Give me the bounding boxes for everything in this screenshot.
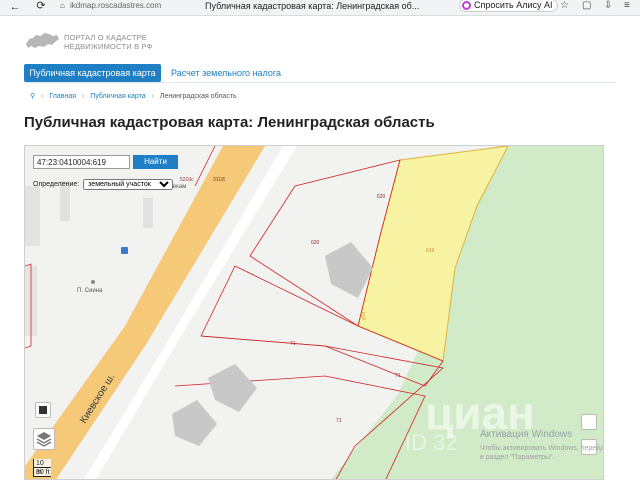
fullscreen-button[interactable] (35, 402, 51, 418)
address-bar[interactable]: ikdmap.roscadastres.com (70, 0, 161, 12)
building-strip (143, 198, 153, 228)
menu-icon[interactable]: ≡ (624, 0, 630, 12)
definition-label: Определение: (33, 181, 80, 188)
pin-icon: ⚲ (30, 93, 36, 100)
place-icon (91, 280, 95, 284)
windows-activation-title: Активация Windows (480, 429, 573, 440)
windows-activation-text: Чтобы активировать Windows, перейдите в … (480, 445, 604, 461)
browser-toolbar: ← ⟳ ⌂ ikdmap.roscadastres.com Публичная … (0, 0, 640, 16)
back-icon[interactable]: ← (8, 0, 22, 14)
page-root: ← ⟳ ⌂ ikdmap.roscadastres.com Публичная … (0, 0, 640, 480)
parcel-label: 620 (377, 194, 386, 200)
bus-stop-icon (121, 247, 128, 254)
definition-select[interactable]: земельный участок (83, 179, 174, 190)
breadcrumb-separator: › (41, 93, 44, 100)
tab-cadastral-map[interactable]: Публичная кадастровая карта (24, 64, 161, 82)
breadcrumb: ⚲ › Главная › Публичная карта › Ленингра… (30, 92, 237, 100)
map-scale: 10 m 30 ft (33, 459, 51, 477)
alice-icon (462, 1, 471, 10)
ask-alice-button[interactable]: Спросить Алису AI (459, 0, 558, 12)
breadcrumb-separator: › (151, 93, 154, 100)
tab-land-tax[interactable]: Расчет земельного налога (171, 64, 281, 82)
breadcrumb-home[interactable]: Главная (49, 93, 76, 100)
definition-row: Определение: земельный участок (33, 179, 174, 190)
page-title: Публичная кадастровая карта: Ленинградск… (24, 114, 435, 131)
breadcrumb-current: Ленинградская область (159, 93, 237, 100)
building-strip (25, 186, 40, 246)
site-logo-text[interactable]: ПОРТАЛ О КАДАСТРЕ НЕДВИЖИМОСТИ В РФ (64, 33, 153, 51)
parcel-label: 619 (426, 248, 435, 254)
tab-title[interactable]: Публичная кадастровая карта: Ленинградск… (205, 0, 419, 12)
ask-alice-label: Спросить Алису AI (474, 0, 553, 10)
scale-meters: 10 m (33, 459, 51, 476)
cadastral-map[interactable]: 5210с 311/6 620 620 619 619 71 71 71 Пои… (24, 145, 604, 480)
breadcrumb-public-map[interactable]: Публичная карта (90, 93, 145, 100)
parcel-label: 71 (395, 373, 401, 379)
site-info-icon[interactable]: ⌂ (60, 0, 65, 12)
layers-icon (36, 432, 52, 447)
russia-map-logo-icon[interactable] (24, 30, 60, 52)
place-label: П. Сиина (77, 288, 103, 294)
cian-watermark-id: ID 32 (405, 430, 458, 455)
zoom-in-button[interactable] (581, 414, 597, 430)
breadcrumb-separator: › (82, 93, 85, 100)
logo-line-1: ПОРТАЛ О КАДАСТРЕ (64, 33, 148, 42)
cadastral-number-input[interactable] (33, 155, 130, 169)
scale-feet: 30 ft (33, 468, 51, 477)
fullscreen-icon (39, 406, 47, 414)
bookmark-icon[interactable]: ☆ (560, 0, 569, 12)
parcel-label: 311/6 (213, 177, 225, 183)
tabs-icon[interactable]: ▢ (582, 0, 591, 12)
logo-line-2: НЕДВИЖИМОСТИ В РФ (64, 42, 153, 51)
layers-button[interactable] (33, 428, 55, 450)
download-icon[interactable]: ⇩ (604, 0, 612, 12)
refresh-icon[interactable]: ⟳ (34, 0, 48, 13)
parcel-label: 5210с (180, 177, 194, 183)
parcel-label: 71 (290, 341, 296, 347)
parcel-label: 620 (311, 240, 320, 246)
find-button[interactable]: Найти (133, 155, 178, 169)
parcel-label: 71 (336, 418, 342, 424)
nav-divider (24, 82, 616, 83)
